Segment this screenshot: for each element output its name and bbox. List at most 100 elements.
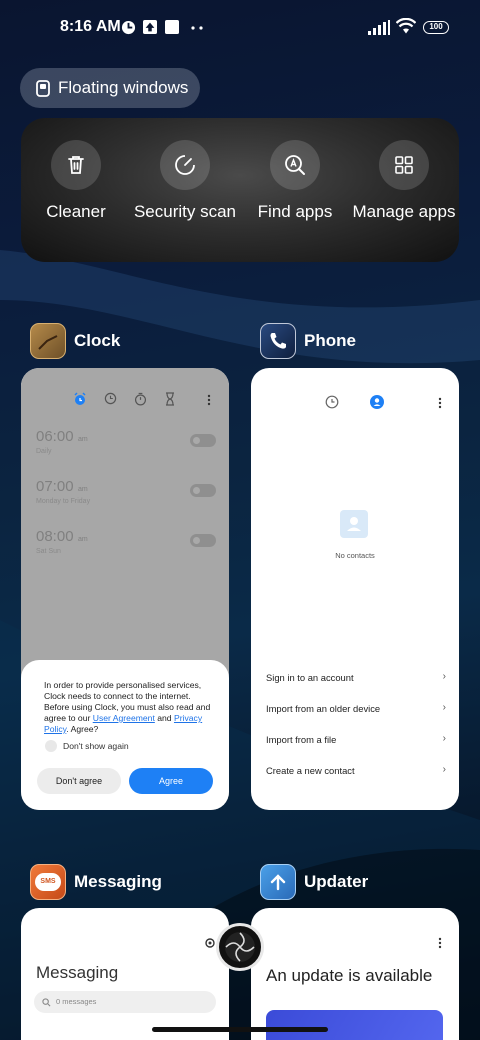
dont-agree-button[interactable]: Don't agree [37,768,121,794]
search-icon [42,998,51,1007]
clock-app-card[interactable]: 06:00 am Daily 07:00 am Monday to Friday… [21,368,229,810]
alarm-repeat: Sat Sun [36,548,61,555]
notification-square-icon [165,20,179,34]
trash-icon [51,140,101,190]
alarm-tab-icon[interactable] [73,392,87,406]
updater-app-card[interactable]: An update is available [251,908,459,1040]
security-scan-icon [160,140,210,190]
menu-item-label: Import from an older device [266,703,381,714]
clock-app-name: Clock [74,331,121,350]
chevron-right-icon: › [442,702,446,713]
status-bar: 8:16 AM 100 [0,0,480,56]
messaging-app-header[interactable]: SMS Messaging [30,864,162,900]
world-clock-tab-icon[interactable] [104,392,117,405]
signal-icon [368,20,390,35]
updater-app-icon [260,864,296,900]
clock-tabs [21,392,229,408]
clock-app-header[interactable]: Clock [30,323,120,359]
dialog-text-and: and [154,713,174,723]
phone-app-icon [260,323,296,359]
phone-app-name: Phone [304,331,356,350]
stopwatch-tab-icon[interactable] [134,392,147,406]
chevron-right-icon: › [442,671,446,682]
grid-icon [379,140,429,190]
alarm-time: 08:00 [36,528,74,545]
search-placeholder: 0 messages [56,997,97,1006]
menu-item-label: Create a new contact [266,765,355,776]
wifi-icon [396,18,416,34]
manage-apps-button[interactable]: Manage apps [349,140,459,222]
dont-show-again-checkbox[interactable]: Don't show again [45,740,129,752]
settings-gear-icon[interactable] [204,937,216,949]
sms-bubble: SMS [35,873,61,891]
more-options-icon[interactable] [207,394,211,406]
home-indicator[interactable] [152,1027,328,1032]
messaging-title: Messaging [36,963,119,982]
quick-ball-button[interactable] [216,923,264,971]
alarm-toggle[interactable] [190,484,216,497]
chevron-right-icon: › [442,733,446,744]
updater-app-header[interactable]: Updater [260,864,368,900]
sign-in-account-item[interactable]: Sign in to an account › [266,671,446,683]
menu-item-label: Sign in to an account [266,672,354,683]
upload-icon [143,20,157,34]
quick-tools-panel: Cleaner Security scan Find apps Manage a… [21,118,459,262]
update-available-title: An update is available [266,966,433,985]
updater-app-name: Updater [304,872,369,891]
security-scan-button[interactable]: Security scan [130,140,240,222]
create-contact-item[interactable]: Create a new contact › [266,764,446,776]
messages-search-field[interactable]: 0 messages [34,991,216,1013]
alarm-time: 07:00 [36,478,74,495]
agree-button[interactable]: Agree [129,768,213,794]
user-agreement-link[interactable]: User Agreement [93,713,155,723]
battery-indicator: 100 [423,21,449,34]
dont-show-again-label: Don't show again [63,741,129,751]
dialog-message: In order to provide personalised service… [44,680,214,735]
messaging-app-icon: SMS [30,864,66,900]
clock-app-icon [30,323,66,359]
messaging-app-name: Messaging [74,872,162,891]
cleaner-label: Cleaner [46,202,106,221]
recents-tab-icon[interactable] [325,395,339,409]
alarm-toggle[interactable] [190,434,216,447]
manage-apps-label: Manage apps [352,202,456,221]
messaging-app-card[interactable]: Messaging 0 messages [21,908,229,1040]
alarm-row[interactable]: 07:00 am Monday to Friday [36,478,216,505]
floating-window-icon [36,79,50,97]
alarm-ampm: am [78,436,88,443]
find-apps-button[interactable]: Find apps [240,140,350,222]
security-scan-label: Security scan [133,202,237,221]
floating-windows-button[interactable]: Floating windows [20,68,200,108]
cleaner-button[interactable]: Cleaner [21,140,131,222]
chevron-right-icon: › [442,764,446,775]
timer-tab-icon[interactable] [164,392,176,406]
internet-permission-dialog: In order to provide personalised service… [21,660,229,810]
update-banner-image [266,1010,443,1040]
no-contacts-text: No contacts [335,551,375,560]
alarm-toggle[interactable] [190,534,216,547]
menu-item-label: Import from a file [266,734,337,745]
status-time: 8:16 AM [60,18,121,35]
phone-app-card[interactable]: No contacts Sign in to an account › Impor… [251,368,459,810]
checkbox-icon [45,740,57,752]
alarm-ampm: am [78,486,88,493]
more-dots-icon [191,26,203,30]
more-options-icon[interactable] [438,937,442,949]
find-apps-icon [270,140,320,190]
floating-windows-label: Floating windows [58,78,189,97]
contacts-tab-icon[interactable] [370,395,384,409]
import-older-device-item[interactable]: Import from an older device › [266,702,446,714]
alarm-time: 06:00 [36,428,74,445]
alarm-repeat: Daily [36,448,52,455]
alarm-repeat: Monday to Friday [36,498,91,505]
import-file-item[interactable]: Import from a file › [266,733,446,745]
contact-placeholder-icon [340,510,368,538]
data-saver-icon [121,20,136,35]
phone-app-header[interactable]: Phone [260,323,356,359]
find-apps-label: Find apps [257,202,333,221]
alarm-ampm: am [78,536,88,543]
more-options-icon[interactable] [438,397,442,409]
alarm-row[interactable]: 08:00 am Sat Sun [36,528,216,555]
aperture-icon [225,932,255,962]
alarm-row[interactable]: 06:00 am Daily [36,428,216,455]
